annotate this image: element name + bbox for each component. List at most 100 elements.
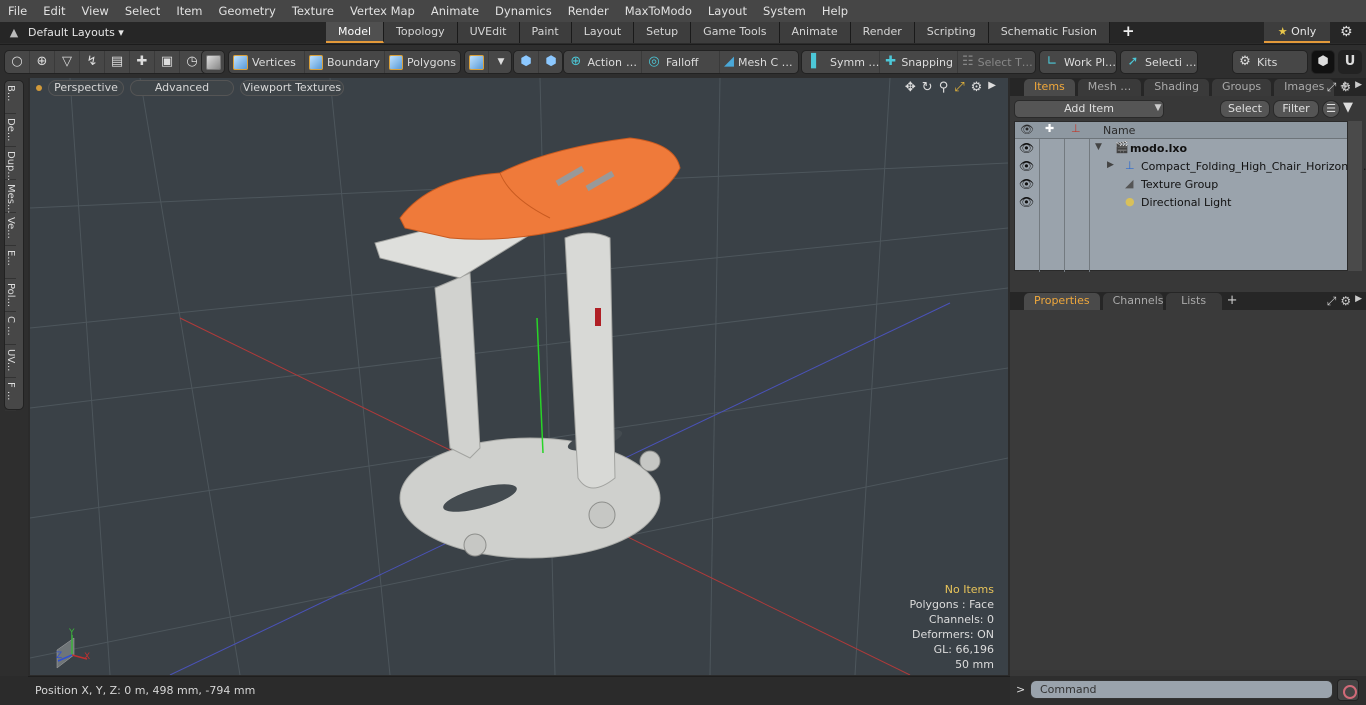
- select-button[interactable]: Select: [1220, 100, 1270, 118]
- view-mode-dropdown[interactable]: Perspective: [48, 80, 124, 96]
- panel-gear-icon[interactable]: ⚙: [1340, 80, 1351, 95]
- tab-scripting[interactable]: Scripting: [914, 22, 989, 43]
- menu-texture[interactable]: Texture: [284, 4, 342, 18]
- menu-select[interactable]: Select: [117, 4, 168, 18]
- viewport-textures-dropdown[interactable]: Viewport Textures: [240, 80, 344, 96]
- add-properties-tab-button[interactable]: +: [1225, 293, 1240, 310]
- expand-arrow-down-icon[interactable]: ▼: [1095, 142, 1102, 152]
- shading-mode-dropdown[interactable]: Advanced: [130, 80, 234, 96]
- menu-animate[interactable]: Animate: [423, 4, 487, 18]
- vertices-button[interactable]: Vertices: [229, 51, 305, 73]
- left-tab-edge[interactable]: E...: [5, 246, 16, 279]
- tab-properties[interactable]: Properties: [1024, 293, 1100, 310]
- expand-panel-icon[interactable]: ⤢: [1327, 80, 1337, 95]
- panel-arrow-icon[interactable]: ▶: [1355, 294, 1362, 309]
- record-macro-button[interactable]: [1337, 679, 1359, 701]
- select-through-button[interactable]: ☷ Select T…: [958, 51, 1036, 73]
- mesh-constraint-button[interactable]: ◢ Mesh C …: [720, 51, 796, 73]
- item-mode-button[interactable]: [202, 51, 225, 73]
- tab-paint[interactable]: Paint: [519, 22, 572, 43]
- action-center-button[interactable]: ⊕ Action…: [564, 51, 642, 73]
- snapping-button[interactable]: ✚ Snapping: [880, 51, 958, 73]
- visibility-eye-icon[interactable]: 👁: [1019, 141, 1034, 155]
- 3d-viewport[interactable]: Y X Z Perspective Advanced Viewport Text…: [30, 78, 1008, 675]
- left-tab-curve[interactable]: C ...: [5, 312, 16, 345]
- list-options-button[interactable]: ☰: [1322, 100, 1340, 118]
- material-mode-button[interactable]: [465, 51, 489, 73]
- menu-file[interactable]: File: [0, 4, 35, 18]
- menu-layout[interactable]: Layout: [700, 4, 755, 18]
- tab-channels[interactable]: Channels: [1102, 293, 1164, 310]
- menu-dynamics[interactable]: Dynamics: [487, 4, 560, 18]
- tree-row-light[interactable]: 👁 ● Directional Light: [1015, 194, 1349, 212]
- symmetry-button[interactable]: ▐ Symm …: [802, 51, 880, 73]
- expand-arrow-right-icon[interactable]: ▶: [1107, 160, 1114, 170]
- maximize-icon[interactable]: ⤢: [954, 80, 964, 95]
- menu-vertex-map[interactable]: Vertex Map: [342, 4, 423, 18]
- selection-sets-button[interactable]: ➚ Selecti …: [1121, 51, 1201, 73]
- left-tab-uv[interactable]: UV...: [5, 345, 16, 378]
- expand-arrow-icon[interactable]: ▶: [988, 80, 996, 95]
- viewport-options-dot[interactable]: [36, 85, 42, 91]
- work-plane-button[interactable]: ∟ Work Pl…: [1040, 51, 1120, 73]
- visibility-eye-icon[interactable]: 👁: [1019, 177, 1034, 191]
- left-tab-basic[interactable]: B...: [5, 81, 16, 114]
- boundary-button[interactable]: Boundary: [305, 51, 385, 73]
- add-item-button[interactable]: Add Item: [1014, 100, 1164, 118]
- transform-button-1[interactable]: ⬢: [514, 51, 539, 73]
- left-tab-fusion[interactable]: F ...: [5, 378, 16, 411]
- menu-maxtomodo[interactable]: MaxToModo: [617, 4, 700, 18]
- tab-groups[interactable]: Groups: [1211, 79, 1272, 96]
- expand-panel-icon[interactable]: ⤢: [1327, 294, 1337, 309]
- globe-button[interactable]: ⊕: [30, 51, 55, 73]
- visibility-eye-icon[interactable]: 👁: [1019, 195, 1034, 209]
- circle-select-button[interactable]: ○: [5, 51, 30, 73]
- eye-header-icon[interactable]: 👁: [1020, 123, 1034, 136]
- tab-game-tools[interactable]: Game Tools: [691, 22, 780, 43]
- visibility-eye-icon[interactable]: 👁: [1019, 159, 1034, 173]
- left-tab-vertex[interactable]: Ve...: [5, 213, 16, 246]
- panel-gear-icon[interactable]: ⚙: [1340, 294, 1351, 309]
- rotate-icon[interactable]: ↻: [922, 80, 933, 95]
- add-tab-button[interactable]: +: [1110, 22, 1147, 43]
- tree-row-scene[interactable]: 👁 ▼ 🎬 modo.lxo: [1015, 140, 1349, 158]
- name-column-header[interactable]: Name: [1103, 124, 1135, 137]
- menu-edit[interactable]: Edit: [35, 4, 73, 18]
- unreal-button[interactable]: U: [1338, 50, 1362, 74]
- lock-header-icon[interactable]: ✚: [1045, 122, 1054, 135]
- falloff-button[interactable]: ◎ Falloff: [642, 51, 720, 73]
- panel-arrow-icon[interactable]: ▶: [1355, 80, 1362, 95]
- filter-funnel-icon[interactable]: ▼: [1343, 100, 1353, 115]
- menu-render[interactable]: Render: [560, 4, 617, 18]
- only-toggle[interactable]: ★ Only: [1264, 22, 1330, 43]
- left-tab-duplicate[interactable]: Dup...: [5, 147, 16, 181]
- cross-button[interactable]: ✚: [130, 51, 155, 73]
- tab-layout[interactable]: Layout: [571, 22, 635, 43]
- tree-row-texture-group[interactable]: 👁 ◢ Texture Group: [1015, 176, 1349, 194]
- axis-header-icon[interactable]: ⊥: [1071, 122, 1081, 135]
- tab-images[interactable]: Images: [1274, 79, 1335, 96]
- zoom-icon[interactable]: ⚲: [939, 80, 949, 95]
- pen-button[interactable]: ▽: [55, 51, 80, 73]
- left-tab-polygon[interactable]: Pol...: [5, 279, 16, 312]
- tab-schematic-fusion[interactable]: Schematic Fusion: [988, 22, 1111, 43]
- tab-items[interactable]: Items: [1024, 79, 1075, 96]
- transform-button-2[interactable]: ⬢: [539, 51, 563, 73]
- tree-row-mesh[interactable]: 👁 ▶ ⊥ Compact_Folding_High_Chair_Horizon…: [1015, 158, 1366, 176]
- menu-system[interactable]: System: [755, 4, 814, 18]
- layers-button[interactable]: ▤: [105, 51, 130, 73]
- tree-scrollbar[interactable]: [1348, 121, 1362, 271]
- tab-shading[interactable]: Shading: [1144, 79, 1209, 96]
- command-input[interactable]: Command: [1030, 680, 1333, 699]
- kits-button[interactable]: ⚙ Kits: [1233, 51, 1281, 73]
- pan-icon[interactable]: ✥: [905, 80, 916, 95]
- unity-button[interactable]: ⬢: [1311, 50, 1335, 74]
- left-tab-deform[interactable]: De...: [5, 114, 16, 147]
- frame-button[interactable]: ▣: [155, 51, 180, 73]
- polygons-button[interactable]: Polygons: [385, 51, 460, 73]
- menu-item[interactable]: Item: [168, 4, 210, 18]
- tab-setup[interactable]: Setup: [634, 22, 692, 43]
- collapse-up-icon[interactable]: ▲: [0, 26, 28, 39]
- menu-help[interactable]: Help: [814, 4, 856, 18]
- material-mode-dropdown[interactable]: ▼: [489, 51, 513, 73]
